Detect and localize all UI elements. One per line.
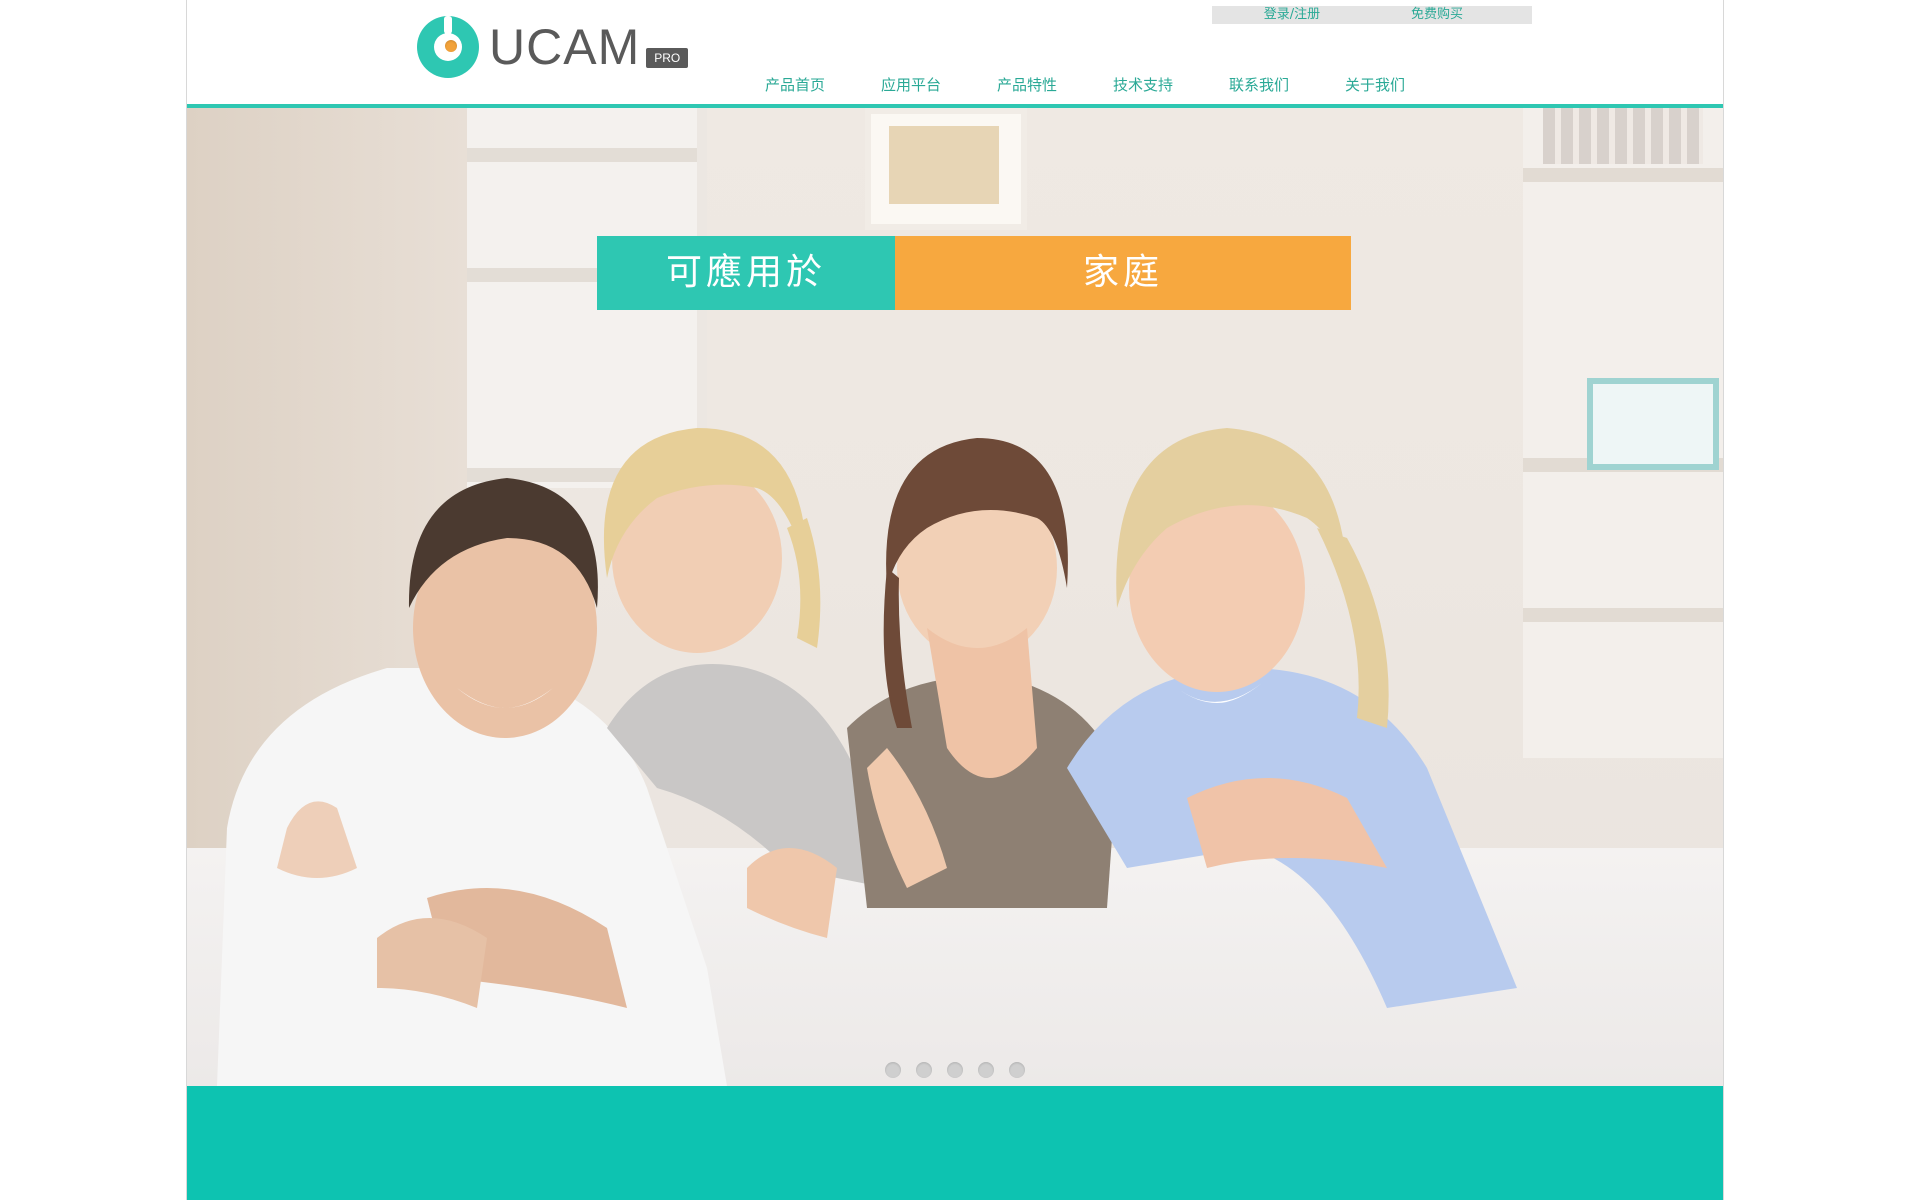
slider-dot-3[interactable] xyxy=(947,1062,963,1078)
nav-item-platform[interactable]: 应用平台 xyxy=(853,74,969,96)
logo-badge: PRO xyxy=(646,48,689,68)
page: UCAM PRO 登录/注册 免费购买 产品首页 应用平台 产品特性 技术支持 … xyxy=(186,0,1724,1200)
hero-slider[interactable]: 可應用於 家庭 xyxy=(187,108,1723,1086)
slider-dot-1[interactable] xyxy=(885,1062,901,1078)
slider-dot-2[interactable] xyxy=(916,1062,932,1078)
caption-usage-value: 家庭 xyxy=(895,236,1351,310)
site-header: UCAM PRO 登录/注册 免费购买 产品首页 应用平台 产品特性 技术支持 … xyxy=(187,0,1723,108)
girl-figure xyxy=(847,438,1117,908)
slider-dot-5[interactable] xyxy=(1009,1062,1025,1078)
nav-item-home[interactable]: 产品首页 xyxy=(737,74,853,96)
hero-caption: 可應用於 家庭 xyxy=(597,236,1351,310)
slider-dot-4[interactable] xyxy=(978,1062,994,1078)
ucam-logo[interactable]: UCAM PRO xyxy=(417,14,689,80)
nav-item-about[interactable]: 关于我们 xyxy=(1317,74,1433,96)
nav-item-features[interactable]: 产品特性 xyxy=(969,74,1085,96)
slider-pagination xyxy=(885,1062,1040,1078)
footer-bar xyxy=(187,1086,1723,1200)
nav-item-contact[interactable]: 联系我们 xyxy=(1201,74,1317,96)
mother-figure xyxy=(1067,428,1517,1008)
logo-mark-icon xyxy=(417,16,479,78)
top-link-buy[interactable]: 免费购买 xyxy=(1342,6,1532,24)
main-nav: 产品首页 应用平台 产品特性 技术支持 联系我们 关于我们 xyxy=(737,74,1433,96)
logo-text: UCAM xyxy=(489,19,641,75)
caption-usage-label: 可應用於 xyxy=(597,236,895,310)
top-links: 登录/注册 免费购买 xyxy=(1212,6,1532,24)
nav-item-support[interactable]: 技术支持 xyxy=(1085,74,1201,96)
